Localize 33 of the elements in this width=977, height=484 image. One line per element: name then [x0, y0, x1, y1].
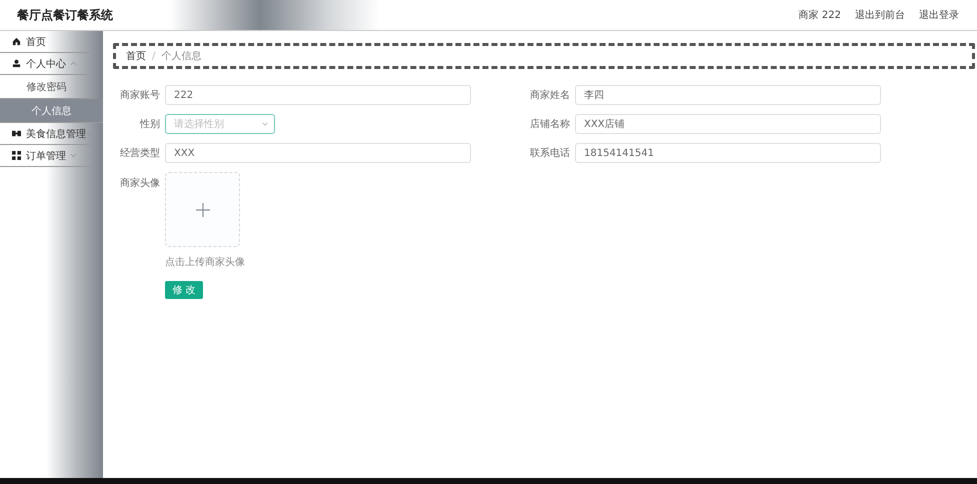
sidebar-item[interactable]: 个人中心: [0, 53, 93, 75]
field-label: 商家账号: [119, 88, 160, 102]
grid-icon: [12, 151, 21, 160]
breadcrumb-item: 个人信息: [161, 50, 202, 63]
input-field[interactable]: XXX店铺: [575, 114, 881, 134]
upload-hint: 点击上传商家头像: [165, 256, 245, 269]
field-label: 联系电话: [529, 146, 570, 160]
input-field[interactable]: 222: [165, 85, 471, 105]
field-label: 经营类型: [119, 146, 160, 160]
field-label: 商家头像: [119, 176, 160, 191]
plus-icon: [196, 202, 210, 216]
app-title: 餐厅点餐订餐系统: [16, 6, 113, 24]
menu-label: 订单管理: [26, 150, 67, 162]
home-icon: [12, 37, 21, 46]
user-icon: [12, 59, 21, 68]
user-label: 商家 222: [798, 8, 841, 22]
breadcrumb-item[interactable]: 首页: [126, 49, 146, 63]
menu-label: 美食信息管理: [26, 128, 86, 140]
field-label: 店铺名称: [529, 118, 570, 131]
menu-label: 首页: [26, 36, 47, 48]
field-label: 性别: [138, 118, 160, 131]
sidebar-item[interactable]: 订单管理: [0, 145, 93, 167]
input-field[interactable]: XXX: [165, 143, 471, 163]
sidebar-item[interactable]: 首页: [0, 31, 93, 53]
header-link[interactable]: 退出到前台: [855, 8, 905, 22]
input-field[interactable]: 18154141541: [575, 143, 881, 163]
input-field[interactable]: 李四: [575, 85, 881, 105]
upload-box[interactable]: [165, 172, 240, 247]
menu-label: 个人中心: [26, 58, 67, 70]
header-link[interactable]: 退出登录: [919, 8, 959, 22]
sidebar-item[interactable]: 美食信息管理: [0, 123, 93, 145]
field-label: 商家姓名: [529, 88, 570, 102]
breadcrumb-separator: /: [152, 50, 156, 62]
